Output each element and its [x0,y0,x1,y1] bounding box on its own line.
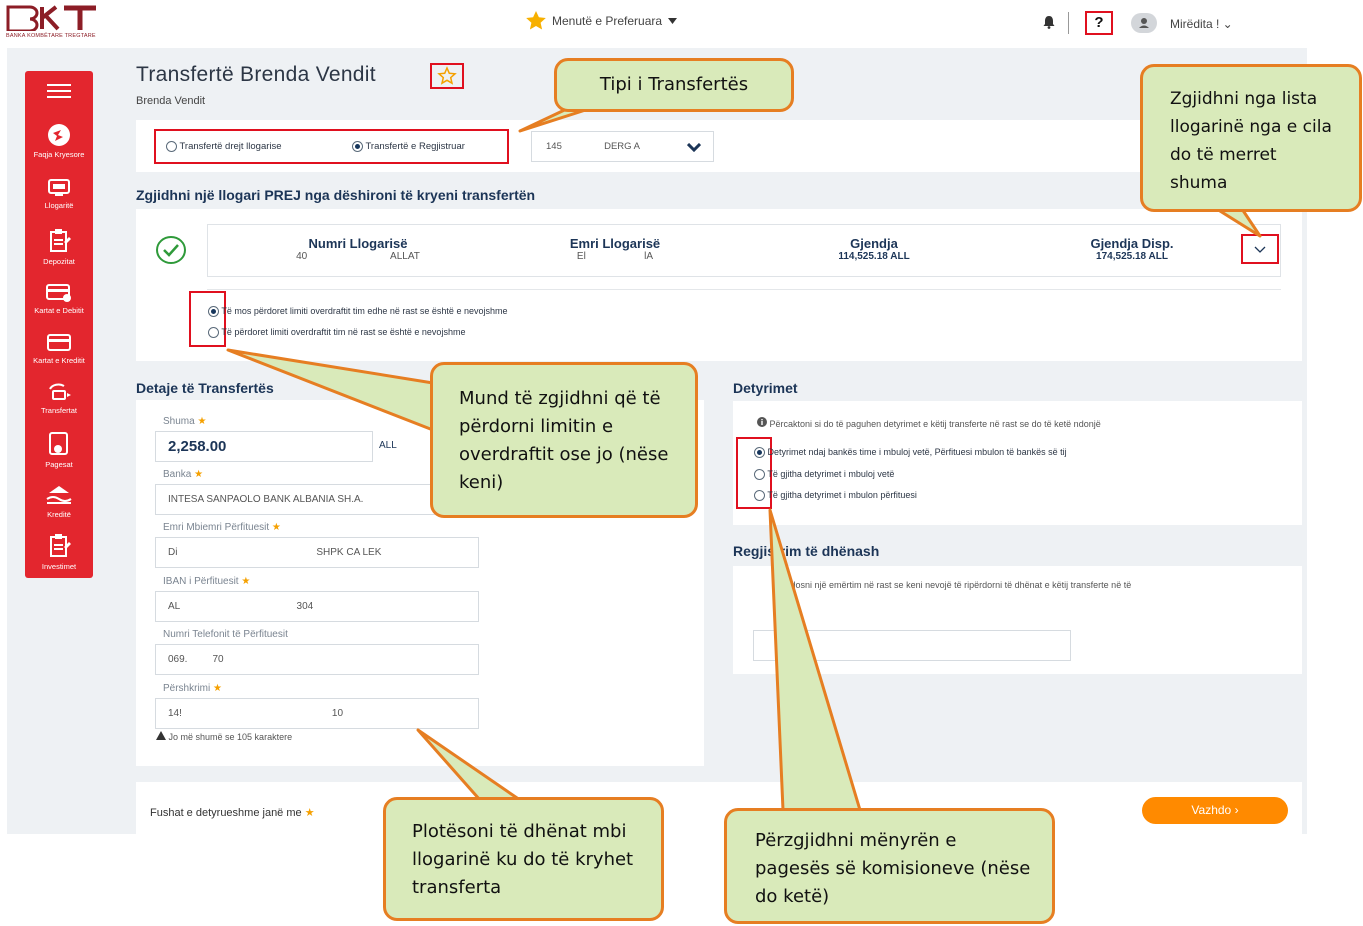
callout-account: Zgjidhni nga lista llogarinë nga e cila … [1140,64,1362,212]
callout-fill: Plotësoni të dhënat mbi llogarinë ku do … [383,797,664,921]
callout-transfer-type: Tipi i Transfertës [554,58,794,112]
callout-fees: Përzgjidhni mënyrën e pagesës së komisio… [724,808,1055,924]
callout-overdraft: Mund të zgjidhni që të përdorni limitin … [430,362,698,518]
